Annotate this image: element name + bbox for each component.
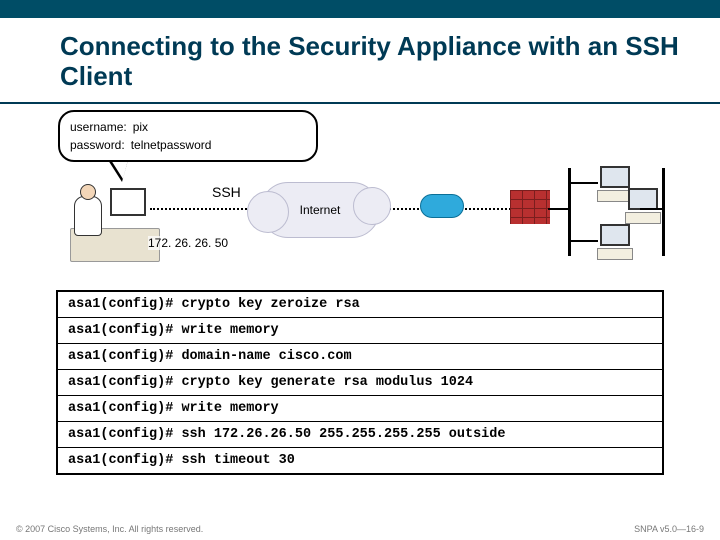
command-line: asa1(config)# crypto key generate rsa mo… bbox=[58, 370, 662, 396]
internet-cloud-icon: Internet bbox=[260, 182, 380, 238]
cli-command: crypto key generate rsa modulus 1024 bbox=[181, 375, 473, 390]
network-diagram: username: pix password: telnetpassword 1… bbox=[0, 110, 720, 290]
link-segment bbox=[568, 182, 598, 184]
password-value: telnetpassword bbox=[131, 138, 212, 152]
cli-prompt: asa1(config)# bbox=[68, 401, 173, 416]
network-bus-2 bbox=[662, 168, 665, 256]
callout-tail bbox=[108, 160, 128, 182]
command-line: asa1(config)# crypto key zeroize rsa bbox=[58, 292, 662, 318]
cli-prompt: asa1(config)# bbox=[68, 453, 173, 468]
password-label: password: bbox=[70, 138, 125, 152]
user-workstation-icon bbox=[70, 182, 160, 262]
command-line: asa1(config)# write memory bbox=[58, 396, 662, 422]
command-line: asa1(config)# domain-name cisco.com bbox=[58, 344, 662, 370]
username-value: pix bbox=[133, 120, 148, 134]
cli-command: ssh timeout 30 bbox=[181, 453, 294, 468]
cli-command: ssh 172.26.26.50 255.255.255.255 outside bbox=[181, 427, 505, 442]
cli-command: domain-name cisco.com bbox=[181, 349, 351, 364]
title-underline bbox=[0, 102, 720, 104]
cli-prompt: asa1(config)# bbox=[68, 297, 173, 312]
client-ip-label: 172. 26. 26. 50 bbox=[148, 236, 228, 250]
config-commands-box: asa1(config)# crypto key zeroize rsa asa… bbox=[56, 290, 664, 475]
username-label: username: bbox=[70, 120, 127, 134]
slide-title: Connecting to the Security Appliance wit… bbox=[0, 18, 720, 96]
slide-code: SNPA v5.0—16-9 bbox=[634, 524, 704, 534]
command-line: asa1(config)# write memory bbox=[58, 318, 662, 344]
host-icon bbox=[596, 224, 634, 264]
link-segment bbox=[548, 208, 568, 210]
cli-command: write memory bbox=[181, 401, 278, 416]
router-icon bbox=[420, 194, 464, 218]
cli-prompt: asa1(config)# bbox=[68, 349, 173, 364]
credentials-callout: username: pix password: telnetpassword bbox=[58, 110, 318, 162]
cli-command: write memory bbox=[181, 323, 278, 338]
slide-footer: © 2007 Cisco Systems, Inc. All rights re… bbox=[0, 518, 720, 540]
cli-prompt: asa1(config)# bbox=[68, 375, 173, 390]
command-line: asa1(config)# ssh 172.26.26.50 255.255.2… bbox=[58, 422, 662, 448]
link-segment bbox=[568, 240, 598, 242]
brand-topbar bbox=[0, 0, 720, 18]
firewall-icon bbox=[510, 190, 550, 224]
link-segment bbox=[640, 208, 662, 210]
copyright-text: © 2007 Cisco Systems, Inc. All rights re… bbox=[16, 524, 203, 534]
ssh-link-label: SSH bbox=[212, 184, 241, 200]
command-line: asa1(config)# ssh timeout 30 bbox=[58, 448, 662, 473]
cli-prompt: asa1(config)# bbox=[68, 323, 173, 338]
cli-prompt: asa1(config)# bbox=[68, 427, 173, 442]
cli-command: crypto key zeroize rsa bbox=[181, 297, 359, 312]
